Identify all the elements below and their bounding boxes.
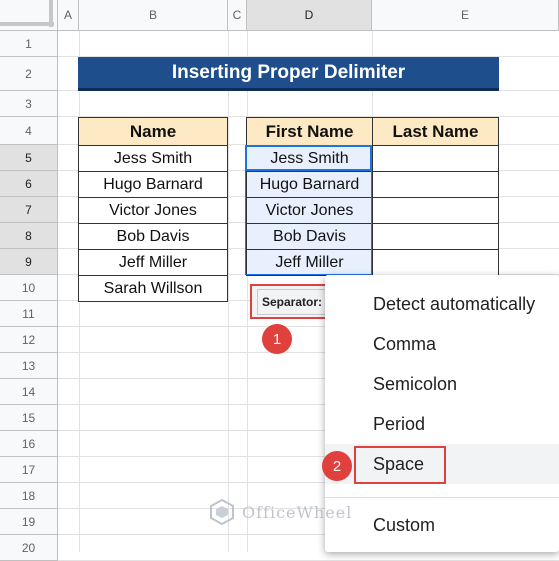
menu-item-semicolon[interactable]: Semicolon: [325, 364, 559, 404]
row-header-15[interactable]: 15: [0, 405, 58, 431]
name-header[interactable]: Name: [78, 117, 228, 146]
row-header-12[interactable]: 12: [0, 327, 58, 353]
name-cell[interactable]: Jeff Miller: [78, 249, 228, 276]
menu-item-custom[interactable]: Custom: [325, 505, 559, 545]
first-name-cell[interactable]: Bob Davis: [246, 223, 373, 250]
name-cell[interactable]: Bob Davis: [78, 223, 228, 250]
grid-line-v: [228, 31, 229, 552]
row-header-9[interactable]: 9: [0, 249, 58, 275]
name-cell[interactable]: Sarah Willson: [78, 275, 228, 302]
sheet-title: Inserting Proper Delimiter: [78, 57, 499, 91]
separator-label: Separator:: [256, 288, 328, 315]
column-header-b[interactable]: B: [79, 0, 228, 31]
row-header-18[interactable]: 18: [0, 483, 58, 509]
row-header-6[interactable]: 6: [0, 171, 58, 197]
watermark-text: OfficeWheel: [242, 502, 353, 522]
select-all-corner[interactable]: [0, 0, 58, 31]
step-badge-1: 1: [262, 324, 292, 354]
last-name-cell[interactable]: [372, 197, 499, 224]
row-header-10[interactable]: 10: [0, 275, 58, 301]
name-cell[interactable]: Hugo Barnard: [78, 171, 228, 198]
menu-item-comma[interactable]: Comma: [325, 324, 559, 364]
row-header-20[interactable]: 20: [0, 535, 58, 561]
first-name-cell[interactable]: Hugo Barnard: [246, 171, 373, 198]
row-header-2[interactable]: 2: [0, 57, 58, 91]
menu-divider: [325, 497, 559, 498]
grid-line-v: [247, 31, 248, 552]
step-badge-2: 2: [322, 451, 352, 481]
row-header-1[interactable]: 1: [0, 31, 58, 57]
first-name-cell[interactable]: Jess Smith: [246, 145, 373, 172]
row-header-4[interactable]: 4: [0, 117, 58, 145]
row-header-8[interactable]: 8: [0, 223, 58, 249]
first-name-cell[interactable]: Jeff Miller: [246, 249, 373, 276]
row-header-3[interactable]: 3: [0, 91, 58, 117]
separator-button[interactable]: Separator:: [250, 284, 334, 319]
spreadsheet: A B C D E 1 2 3 4 5 6 7 8 9 10 11 12 13 14 15 16 17 18 19 2…: [0, 0, 559, 561]
last-name-header[interactable]: Last Name: [372, 117, 499, 146]
row-header-16[interactable]: 16: [0, 431, 58, 457]
row-header-19[interactable]: 19: [0, 509, 58, 535]
column-header-c[interactable]: C: [228, 0, 247, 31]
separator-dropdown-menu: Detect automatically Comma Semicolon Per…: [325, 275, 559, 552]
column-header-d[interactable]: D: [247, 0, 372, 31]
menu-item-detect-automatically[interactable]: Detect automatically: [325, 284, 559, 324]
menu-item-space[interactable]: Space: [325, 444, 559, 484]
row-header-14[interactable]: 14: [0, 379, 58, 405]
officewheel-logo-icon: [210, 498, 234, 526]
row-header-17[interactable]: 17: [0, 457, 58, 483]
column-header-a[interactable]: A: [58, 0, 79, 31]
row-header-11[interactable]: 11: [0, 301, 58, 327]
name-cell[interactable]: Victor Jones: [78, 197, 228, 224]
menu-item-period[interactable]: Period: [325, 404, 559, 444]
last-name-cell[interactable]: [372, 171, 499, 198]
name-cell[interactable]: Jess Smith: [78, 145, 228, 172]
row-header-7[interactable]: 7: [0, 197, 58, 223]
last-name-cell[interactable]: [372, 223, 499, 250]
first-name-cell[interactable]: Victor Jones: [246, 197, 373, 224]
row-header-13[interactable]: 13: [0, 353, 58, 379]
row-header-5[interactable]: 5: [0, 145, 58, 171]
last-name-cell[interactable]: [372, 145, 499, 172]
last-name-cell[interactable]: [372, 249, 499, 276]
watermark: OfficeWheel: [208, 498, 352, 526]
first-name-header[interactable]: First Name: [246, 117, 373, 146]
column-header-e[interactable]: E: [372, 0, 559, 31]
